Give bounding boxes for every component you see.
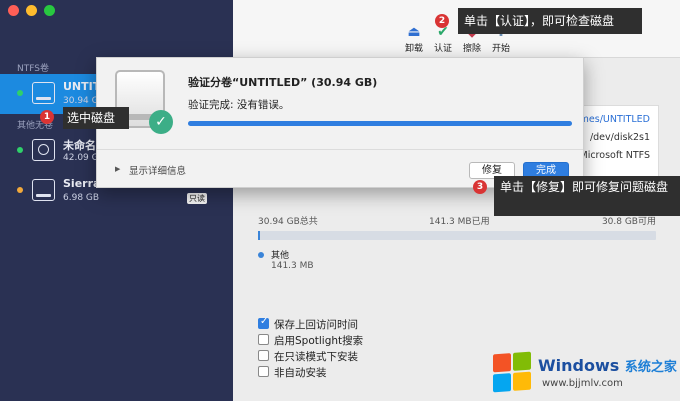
success-check-icon: ✓	[149, 110, 173, 134]
watermark-title-main: Windows	[538, 356, 620, 375]
watermark: Windows 系统之家 www.bjjmlv.com	[490, 350, 680, 398]
option-readonly-mount[interactable]: 在只读模式下安装	[258, 348, 408, 363]
erase-label: 擦除	[462, 44, 481, 54]
legend-dot	[258, 252, 264, 258]
unmount-button[interactable]: ⏏ 卸载	[399, 24, 429, 54]
option-no-automount[interactable]: 非自动安装	[258, 364, 408, 379]
usb-drive-icon	[32, 179, 55, 201]
windows-logo-icon	[493, 351, 531, 393]
option-enable-spotlight[interactable]: 启用Spotlight搜索	[258, 332, 408, 347]
readonly-badge: 只读	[187, 193, 207, 204]
option-label: 启用Spotlight搜索	[274, 335, 364, 347]
disclosure-triangle-icon[interactable]: ▶	[115, 165, 120, 173]
filesystem-type: Microsoft NTFS	[579, 150, 651, 161]
verify-button[interactable]: ✔ 认证	[428, 24, 458, 54]
status-dot	[17, 187, 23, 193]
close-window-button[interactable]	[8, 5, 19, 16]
sidebar-item-name: Sierra	[63, 177, 101, 190]
option-save-access-time[interactable]: 保存上回访问时间	[258, 316, 408, 331]
checkbox[interactable]	[258, 366, 269, 377]
status-dot	[17, 147, 23, 153]
step-1-callout: 选中磁盘	[63, 107, 129, 129]
mount-path-link[interactable]: umes/UNTITLED	[574, 114, 650, 125]
sidebar-item-name: 未命名	[63, 139, 96, 152]
usb-drive-icon	[32, 82, 55, 104]
usage-total: 30.94 GB总共	[258, 217, 318, 227]
step-2-marker: 2	[435, 14, 449, 28]
device-path: /dev/disk2s1	[589, 132, 650, 143]
legend-value: 141.3 MB	[271, 261, 314, 271]
hard-drive-icon	[32, 139, 55, 161]
verify-label: 认证	[433, 44, 452, 54]
dialog-title: 验证分卷“UNTITLED” (30.94 GB)	[188, 76, 378, 89]
checkbox[interactable]	[258, 350, 269, 361]
watermark-url: www.bjjmlv.com	[542, 378, 623, 389]
checkbox[interactable]	[258, 334, 269, 345]
section-label-ntfs: NTFS卷	[17, 64, 49, 74]
sidebar-item-size: 6.98 GB	[63, 193, 100, 203]
eject-icon: ⏏	[407, 24, 421, 40]
watermark-subtitle: 系统之家	[624, 360, 677, 375]
start-label: 开始	[491, 44, 510, 54]
dialog-status: 验证完成: 没有错误。	[188, 99, 290, 111]
verify-progress-bar	[188, 121, 572, 126]
legend-name: 其他	[271, 251, 290, 261]
show-details-toggle[interactable]: 显示详细信息	[129, 163, 186, 177]
unmount-label: 卸载	[404, 44, 423, 54]
status-dot	[17, 90, 23, 96]
window-controls	[8, 5, 55, 16]
checkbox[interactable]	[258, 316, 269, 329]
verify-progress-fill	[188, 121, 572, 126]
minimize-window-button[interactable]	[26, 5, 37, 16]
usage-used: 141.3 MB已用	[429, 217, 490, 227]
watermark-title: Windows 系统之家	[538, 356, 677, 375]
usage-bar-fill	[258, 231, 261, 240]
step-3-callout: 单击【修复】即可修复问题磁盘	[494, 176, 680, 216]
zoom-window-button[interactable]	[44, 5, 55, 16]
option-label: 在只读模式下安装	[274, 351, 358, 363]
option-label: 保存上回访问时间	[274, 319, 358, 331]
usage-bar	[258, 231, 656, 240]
option-label: 非自动安装	[274, 367, 327, 379]
verify-dialog: ✓ 验证分卷“UNTITLED” (30.94 GB) 验证完成: 没有错误。 …	[96, 57, 584, 188]
step-2-callout: 单击【认证】，即可检查磁盘	[458, 8, 642, 34]
step-1-marker: 1	[40, 110, 54, 124]
step-3-marker: 3	[473, 180, 487, 194]
